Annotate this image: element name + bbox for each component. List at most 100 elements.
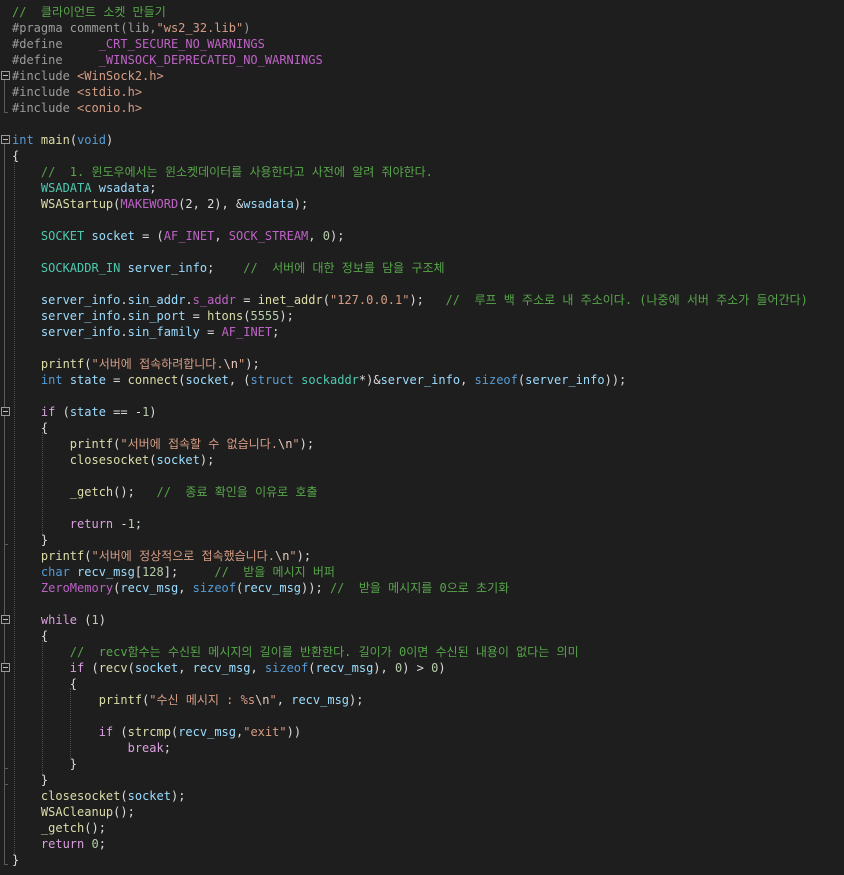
code-line[interactable]: SOCKET socket = (AF_INET, SOCK_STREAM, 0… — [12, 228, 345, 244]
code-token-plain: == - — [105, 405, 143, 419]
code-token-keyword: int — [40, 373, 63, 387]
code-line[interactable]: closesocket(socket); — [12, 452, 215, 468]
code-token-var: recv_msg — [178, 725, 236, 739]
code-token-func: connect — [127, 373, 179, 387]
code-line[interactable]: { — [12, 676, 77, 692]
code-line[interactable]: #define _WINSOCK_DEPRECATED_NO_WARNINGS — [12, 52, 323, 68]
code-line[interactable]: char recv_msg[128]; // 받을 메시지 버퍼 — [12, 564, 335, 580]
code-line[interactable]: if (state == -1) — [12, 404, 157, 420]
code-line[interactable]: WSAStartup(MAKEWORD(2, 2), &wsadata); — [12, 196, 308, 212]
code-line[interactable]: } — [12, 532, 48, 548]
code-line[interactable]: } — [12, 756, 77, 772]
code-token-macro: MAKEWORD — [120, 197, 179, 211]
code-token-plain: (); — [113, 485, 157, 499]
code-token-comment: // 루프 백 주소로 내 주소이다. (나중에 서버 주소가 들어간다) — [445, 293, 808, 307]
code-token-plain: ( — [308, 661, 316, 675]
fold-main-icon[interactable] — [1, 135, 10, 144]
fold-end-line — [4, 112, 8, 113]
code-token-pre: #define — [12, 53, 99, 67]
code-token-type: SOCKADDR_IN — [40, 261, 121, 275]
code-token-plain: , ( — [228, 373, 251, 387]
code-line[interactable]: #define _CRT_SECURE_NO_WARNINGS — [12, 36, 265, 52]
code-token-string: " — [292, 437, 300, 451]
code-line[interactable]: printf("서버에 접속할 수 없습니다.\n"); — [12, 436, 314, 452]
code-token-plain: *)& — [358, 373, 381, 387]
code-line[interactable]: } — [12, 772, 48, 788]
fold-if-recv-icon[interactable] — [1, 663, 10, 672]
code-token-plain: = — [236, 293, 258, 307]
code-line[interactable]: return -1; — [12, 516, 142, 532]
code-editor[interactable]: // 클라이언트 소켓 만들기 #pragma comment(lib,"ws2_… — [0, 0, 844, 875]
code-token-var: sin_family — [127, 325, 200, 339]
code-line[interactable]: return 0; — [12, 836, 106, 852]
code-line[interactable]: server_info.sin_family = AF_INET; — [12, 324, 279, 340]
fold-while-icon[interactable] — [1, 615, 10, 624]
code-token-string: "exit" — [243, 725, 287, 739]
code-token-string: " — [289, 549, 297, 563]
code-line[interactable]: server_info.sin_port = htons(5555); — [12, 308, 294, 324]
code-line[interactable]: printf("서버에 접속하려합니다.\n"); — [12, 356, 260, 372]
code-token-ctrl: return — [69, 517, 114, 531]
code-token-var: recv_msg — [315, 661, 374, 675]
code-line[interactable]: #pragma comment(lib,"ws2_32.lib") — [12, 20, 250, 36]
code-line[interactable]: #include <WinSock2.h> — [12, 68, 164, 84]
code-token-plain: - — [113, 517, 128, 531]
code-token-func: printf — [40, 549, 85, 563]
code-token-comment: // 1. 윈도우에서는 윈소켓데이터를 사용한다고 사전에 알려 줘야한다. — [40, 165, 433, 179]
code-line[interactable]: WSACleanup(); — [12, 804, 135, 820]
code-line[interactable]: printf("수신 메시지 : %s\n", recv_msg); — [12, 692, 364, 708]
fold-include-block-icon[interactable] — [1, 71, 10, 80]
code-line[interactable]: ZeroMemory(recv_msg, sizeof(recv_msg)); … — [12, 580, 509, 596]
code-line[interactable]: closesocket(socket); — [12, 788, 186, 804]
code-line[interactable]: } — [12, 852, 19, 868]
code-line[interactable]: // 클라이언트 소켓 만들기 — [12, 4, 166, 20]
code-token-func: printf — [98, 693, 143, 707]
code-line[interactable]: server_info.sin_addr.s_addr = inet_addr(… — [12, 292, 808, 308]
code-line[interactable]: #include <stdio.h> — [12, 84, 142, 100]
code-line[interactable]: { — [12, 420, 48, 436]
code-line[interactable]: SOCKADDR_IN server_info; // 서버에 대한 정보를 담… — [12, 260, 445, 276]
code-line[interactable]: { — [12, 148, 19, 164]
code-line[interactable]: _getch(); — [12, 820, 106, 836]
code-token-ctrl: if — [69, 661, 85, 675]
code-token-func: WSACleanup — [40, 805, 114, 819]
code-line[interactable]: #include <conio.h> — [12, 100, 142, 116]
code-token-ctrl: return — [40, 837, 85, 851]
code-line[interactable]: { — [12, 628, 48, 644]
code-line[interactable]: if (recv(socket, recv_msg, sizeof(recv_m… — [12, 660, 446, 676]
code-line[interactable]: printf("서버에 정상적으로 접속했습니다.\n"); — [12, 548, 311, 564]
code-token-func: printf — [69, 437, 114, 451]
code-token-ctrl: break — [127, 741, 164, 755]
code-token-var: server_info — [127, 261, 208, 275]
code-token-plain: ; — [98, 837, 106, 851]
code-token-esc: \n — [274, 549, 290, 563]
code-line[interactable]: // recv함수는 수신된 메시지의 길이를 반환한다. 길이가 0이면 수신… — [12, 644, 579, 660]
code-line[interactable]: break; — [12, 740, 171, 756]
code-line[interactable]: WSADATA wsadata; — [12, 180, 157, 196]
code-line[interactable]: if (strcmp(recv_msg,"exit")) — [12, 724, 301, 740]
fold-if-state-icon[interactable] — [1, 407, 10, 416]
code-token-plain: , — [460, 373, 475, 387]
code-line[interactable]: _getch(); // 종료 확인을 이유로 호출 — [12, 484, 318, 500]
code-line[interactable]: // 1. 윈도우에서는 윈소켓데이터를 사용한다고 사전에 알려 줘야한다. — [12, 164, 433, 180]
code-token-var: sin_addr — [127, 293, 186, 307]
code-token-plain: , — [214, 229, 229, 243]
code-token-var: socket — [134, 661, 179, 675]
code-token-string: <conio.h> — [77, 101, 143, 115]
code-token-type: sockaddr — [301, 373, 359, 387]
code-line[interactable]: int main(void) — [12, 132, 113, 148]
code-line[interactable]: while (1) — [12, 612, 106, 628]
code-token-type: SOCKET — [40, 229, 85, 243]
code-token-plain: )); — [301, 581, 330, 595]
code-token-plain: } — [12, 757, 78, 771]
code-token-var: state — [69, 373, 106, 387]
fold-end-line — [4, 768, 8, 769]
code-token-plain: ); — [245, 357, 260, 371]
code-line[interactable]: int state = connect(socket, (struct sock… — [12, 372, 626, 388]
